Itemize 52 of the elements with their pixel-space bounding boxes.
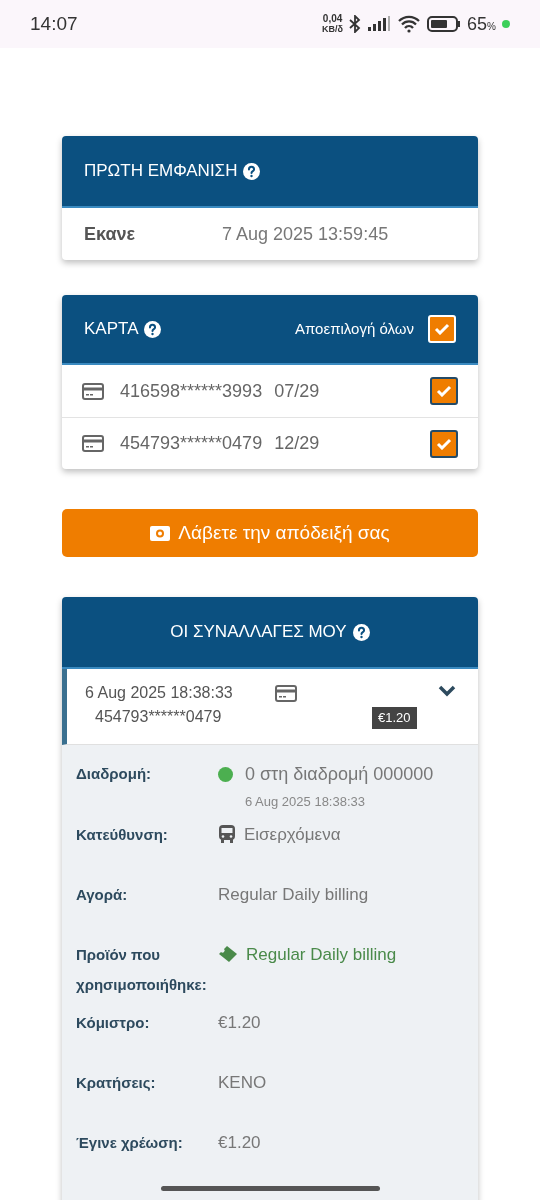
deselect-all-label: Αποεπιλογή όλων [294, 318, 414, 339]
route-value: 0 στη διαδρομή 000000 [245, 763, 434, 786]
battery-icon [427, 15, 462, 33]
status-time: 14:07 [30, 11, 78, 36]
detail-label: Κόμιστρο: [76, 1012, 151, 1033]
card-expiry: 07/29 [274, 379, 320, 403]
direction-value: Εισερχόμενα [244, 823, 341, 846]
battery-percent: 65 [467, 12, 488, 36]
banknote-icon [150, 525, 171, 541]
card-title: ΠΡΩΤΗ ΕΜΦΑΝΙΣΗ [84, 160, 238, 183]
transaction-date: 6 Aug 2025 18:38:33 [85, 683, 233, 703]
detail-label: Προϊόν που χρησιμοποιήθηκε: [76, 944, 208, 995]
detail-value: Regular Daily billing [218, 884, 369, 904]
card-number: 454793******0479 [120, 432, 263, 455]
detail-label: Κρατήσεις: [76, 1072, 157, 1093]
field-label: Εκανε [84, 222, 137, 246]
wifi-icon [397, 15, 422, 33]
checkmark-icon [434, 323, 450, 335]
percent-sign: % [487, 20, 496, 34]
detail-label: Κατεύθυνση: [76, 824, 169, 845]
signal-icon [367, 16, 392, 32]
checkbox[interactable] [430, 377, 458, 405]
credit-card-icon [274, 685, 297, 702]
credit-card-icon [82, 435, 104, 452]
detail-label: Αγορά: [76, 884, 129, 905]
checkmark-icon [436, 385, 452, 397]
help-icon[interactable] [352, 623, 370, 641]
product-value: Regular Daily billing [246, 943, 397, 966]
detail-value: KENO [218, 1072, 267, 1092]
detail-label: Διαδρομή: [76, 764, 153, 784]
card-expiry: 12/29 [274, 432, 320, 455]
field-value: 7 Aug 2025 13:59:45 [222, 222, 389, 246]
card-title: ΟΙ ΣΥΝΑΛΛΑΓΕΣ ΜΟΥ [170, 621, 347, 644]
detail-value: €1.20 [218, 1132, 261, 1152]
detail-value: €1.20 [218, 1012, 261, 1032]
network-speed: 0,04 [322, 14, 343, 24]
route-time: 6 Aug 2025 18:38:33 [245, 793, 366, 811]
network-unit: KB/δ [322, 24, 344, 34]
help-icon[interactable] [243, 162, 261, 180]
checkbox[interactable] [430, 429, 458, 458]
detail-label: Έγινε χρέωση: [76, 1132, 184, 1153]
amount-badge: €1.20 [372, 707, 417, 729]
credit-card-icon [82, 382, 104, 400]
bus-icon [218, 824, 236, 845]
chevron-icon[interactable] [438, 685, 456, 697]
card-title: ΚΑΡΤΑ [84, 318, 139, 341]
card-number: 416598******3993 [120, 379, 263, 403]
transaction-card-number: 454793******0479 [95, 707, 223, 727]
help-icon[interactable] [144, 320, 162, 338]
ticket-icon [218, 945, 238, 964]
checkmark-icon [436, 437, 452, 450]
bluetooth-icon [349, 15, 362, 33]
